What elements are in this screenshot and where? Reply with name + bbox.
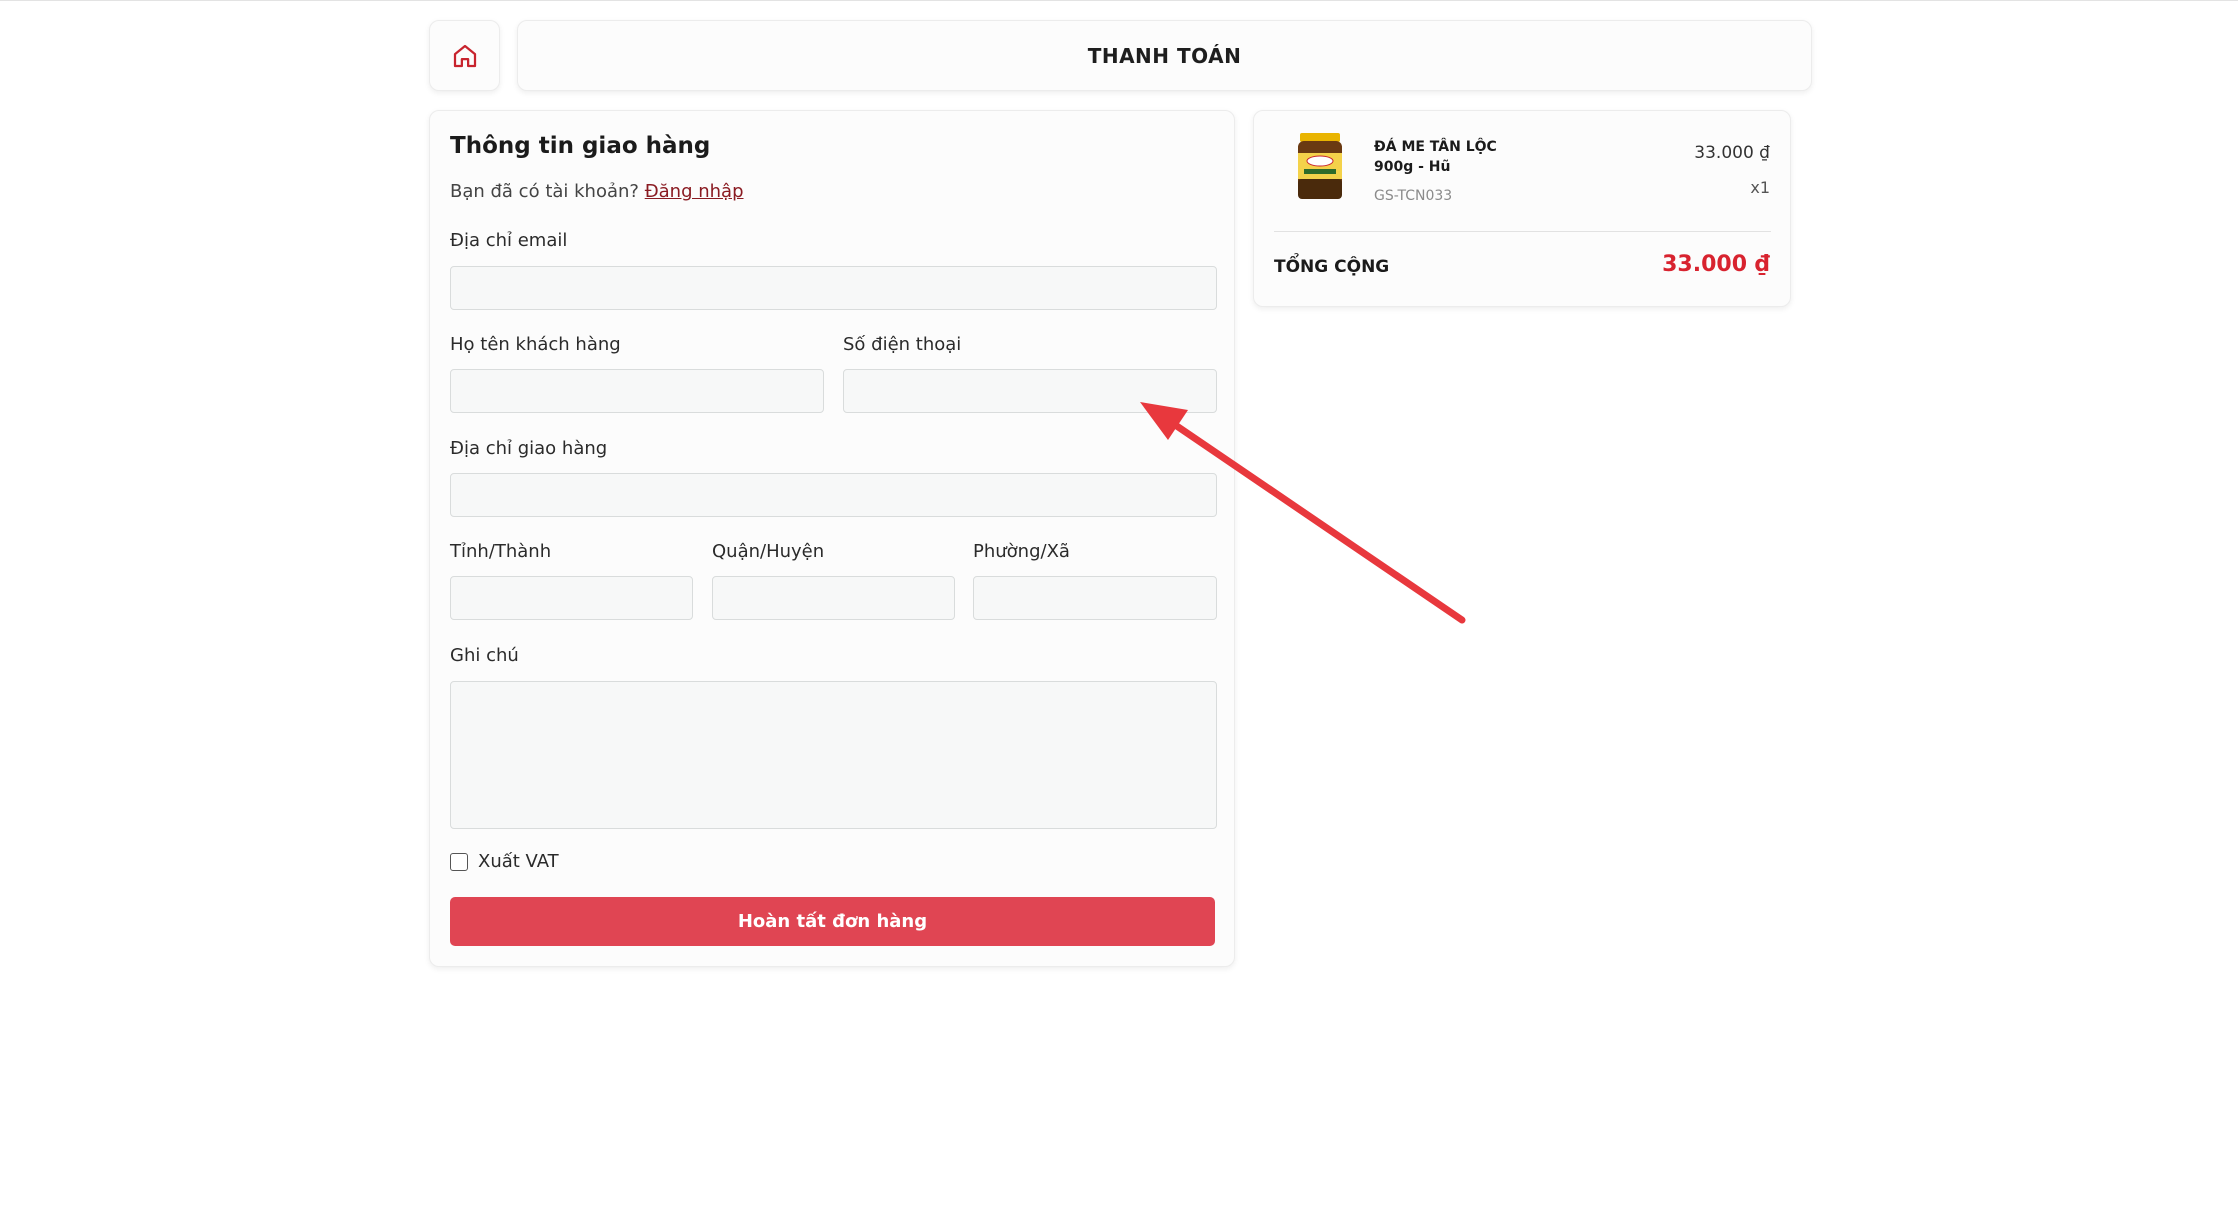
vat-label: Xuất VAT [478,851,559,872]
product-quantity: x1 [1750,178,1770,197]
login-link[interactable]: Đăng nhập [645,181,744,202]
account-prompt-line: Bạn đã có tài khoản? Đăng nhập [450,181,744,202]
address-label: Địa chỉ giao hàng [450,438,608,459]
note-field[interactable] [450,681,1217,829]
summary-divider [1274,231,1771,232]
phone-field[interactable] [843,369,1217,413]
total-label: TỔNG CỘNG [1274,257,1390,277]
top-border [0,0,2238,1]
form-title: Thông tin giao hàng [450,133,711,159]
product-name: ĐÁ ME TÂN LỘC 900g - Hũ [1374,139,1497,175]
ward-field[interactable] [973,576,1217,620]
complete-order-button[interactable]: Hoàn tất đơn hàng [450,897,1215,946]
ward-label: Phường/Xã [973,541,1070,562]
product-image [1298,133,1342,199]
note-label: Ghi chú [450,645,519,666]
district-label: Quận/Huyện [712,541,825,562]
order-summary: ĐÁ ME TÂN LỘC 900g - Hũ GS-TCN033 33.000… [1253,110,1791,307]
name-field[interactable] [450,369,824,413]
home-icon [453,44,476,67]
home-button[interactable] [429,20,500,91]
product-price: 33.000 ₫ [1694,143,1770,163]
page-title: THANH TOÁN [1087,43,1242,68]
province-label: Tỉnh/Thành [450,541,552,562]
total-value: 33.000 ₫ [1662,252,1770,277]
name-label: Họ tên khách hàng [450,334,621,355]
vat-row: Xuất VAT [450,851,559,872]
shipping-form: Thông tin giao hàng Bạn đã có tài khoản?… [429,110,1235,967]
email-field[interactable] [450,266,1217,310]
page-header: THANH TOÁN [517,20,1812,91]
email-label: Địa chỉ email [450,230,568,251]
account-prompt: Bạn đã có tài khoản? [450,181,639,202]
phone-label: Số điện thoại [843,334,962,355]
district-field[interactable] [712,576,955,620]
vat-checkbox[interactable] [450,852,468,871]
address-field[interactable] [450,473,1217,517]
product-sku: GS-TCN033 [1374,188,1453,204]
province-field[interactable] [450,576,693,620]
